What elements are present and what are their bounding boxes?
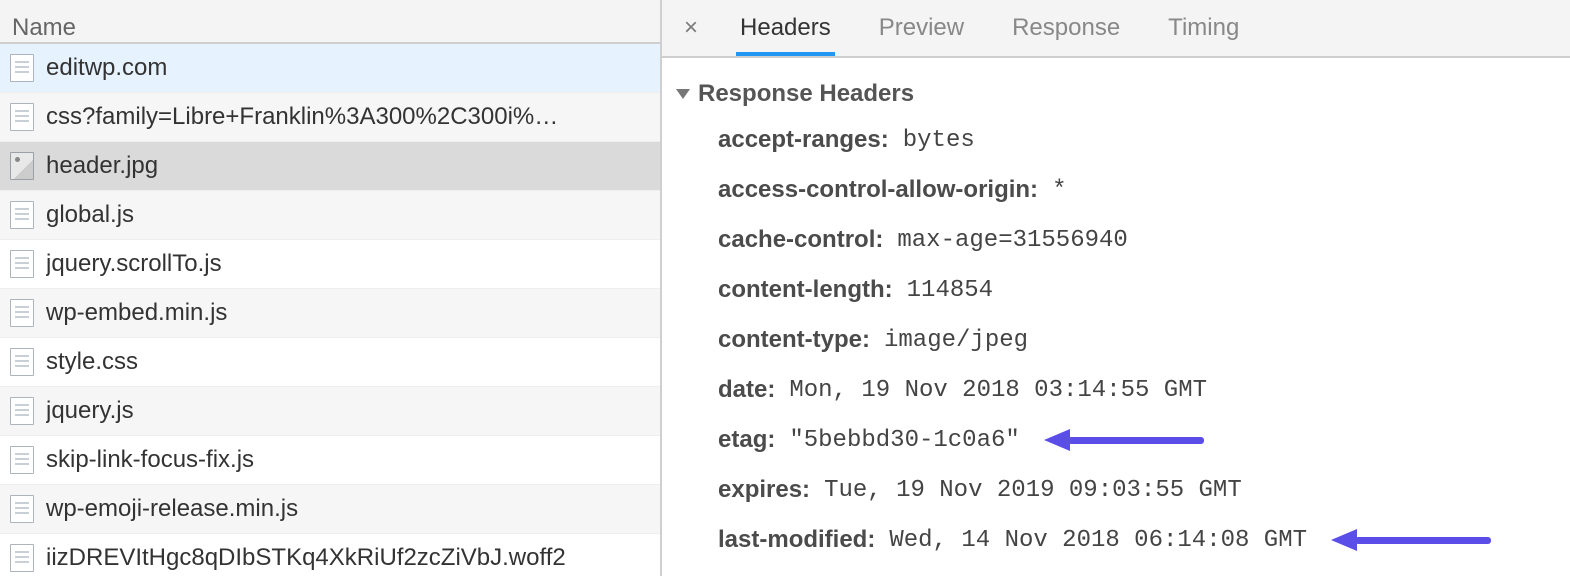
response-headers-list: accept-ranges: bytes access-control-allow-… [676,126,1556,554]
header-line: date: Mon, 19 Nov 2018 03:14:55 GMT [676,376,1556,404]
document-file-icon [10,495,34,523]
document-file-icon [10,54,34,82]
document-file-icon [10,348,34,376]
document-file-icon [10,299,34,327]
document-file-icon [10,103,34,131]
document-file-icon [10,397,34,425]
header-line: expires: Tue, 19 Nov 2019 09:03:55 GMT [676,476,1556,504]
header-key: content-type: [718,326,870,354]
header-line: etag: "5bebbd30-1c0a6" [676,426,1556,454]
header-value: * [1052,177,1066,204]
request-name: wp-embed.min.js [46,299,227,327]
request-name: editwp.com [46,54,167,82]
header-value: Tue, 19 Nov 2019 09:03:55 GMT [824,477,1242,504]
header-key: accept-ranges: [718,126,889,154]
image-file-icon [10,152,34,180]
header-key: cache-control: [718,226,883,254]
section-title: Response Headers [698,80,914,108]
request-row[interactable]: style.css [0,338,660,387]
tab-timing[interactable]: Timing [1164,1,1243,56]
devtools-panel: Name editwp.com css?family=Libre+Franklin… [0,0,1570,576]
header-value: 114854 [907,277,993,304]
request-name: jquery.scrollTo.js [46,250,222,278]
annotation-arrow-icon [1044,433,1204,447]
chevron-down-icon [676,89,690,99]
request-list: editwp.com css?family=Libre+Franklin%3A30… [0,44,660,576]
document-file-icon [10,544,34,572]
annotation-arrow-icon [1331,533,1491,547]
details-tabs-bar: × Headers Preview Response Timing [662,0,1570,58]
request-name: jquery.js [46,397,134,425]
header-key: etag: [718,426,775,454]
request-list-header[interactable]: Name [0,0,660,44]
header-line: cache-control: max-age=31556940 [676,226,1556,254]
request-name: style.css [46,348,138,376]
request-row[interactable]: jquery.js [0,387,660,436]
header-key: content-length: [718,276,893,304]
headers-section: Response Headers accept-ranges:bytesacce… [662,58,1570,576]
request-row[interactable]: header.jpg [0,142,660,191]
request-row[interactable]: wp-embed.min.js [0,289,660,338]
request-row[interactable]: editwp.com [0,44,660,93]
request-name: iizDREVItHgc8qDIbSTKq4XkRiUf2zcZiVbJ.wof… [46,544,566,572]
tab-preview[interactable]: Preview [875,1,968,56]
request-row[interactable]: skip-link-focus-fix.js [0,436,660,485]
header-key: last-modified: [718,526,875,554]
header-key: expires: [718,476,810,504]
request-row[interactable]: wp-emoji-release.min.js [0,485,660,534]
header-line: accept-ranges: bytes [676,126,1556,154]
header-line: content-type: image/jpeg [676,326,1556,354]
response-headers-toggle[interactable]: Response Headers [676,80,1556,108]
document-file-icon [10,446,34,474]
header-value: Wed, 14 Nov 2018 06:14:08 GMT [889,527,1307,554]
request-row[interactable]: css?family=Libre+Franklin%3A300%2C300i%… [0,93,660,142]
tab-response[interactable]: Response [1008,1,1124,56]
request-name: header.jpg [46,152,158,180]
request-name: skip-link-focus-fix.js [46,446,254,474]
header-line: last-modified: Wed, 14 Nov 2018 06:14:08 … [676,526,1556,554]
details-tabs: Headers Preview Response Timing [736,1,1243,56]
request-name: global.js [46,201,134,229]
request-name: css?family=Libre+Franklin%3A300%2C300i%… [46,103,558,131]
request-list-panel: Name editwp.com css?family=Libre+Franklin… [0,0,662,576]
header-value: image/jpeg [884,327,1028,354]
header-value: "5bebbd30-1c0a6" [789,427,1019,454]
document-file-icon [10,250,34,278]
header-value: max-age=31556940 [897,227,1127,254]
request-row[interactable]: iizDREVItHgc8qDIbSTKq4XkRiUf2zcZiVbJ.wof… [0,534,660,576]
header-key: access-control-allow-origin: [718,176,1038,204]
header-line: access-control-allow-origin: * [676,176,1556,204]
close-icon[interactable]: × [680,14,702,42]
tab-headers[interactable]: Headers [736,1,835,56]
request-row[interactable]: global.js [0,191,660,240]
header-value: bytes [903,127,975,154]
header-value: Mon, 19 Nov 2018 03:14:55 GMT [789,377,1207,404]
request-name: wp-emoji-release.min.js [46,495,298,523]
details-panel: × Headers Preview Response Timing Response … [662,0,1570,576]
header-line: content-length: 114854 [676,276,1556,304]
header-key: date: [718,376,775,404]
request-row[interactable]: jquery.scrollTo.js [0,240,660,289]
document-file-icon [10,201,34,229]
